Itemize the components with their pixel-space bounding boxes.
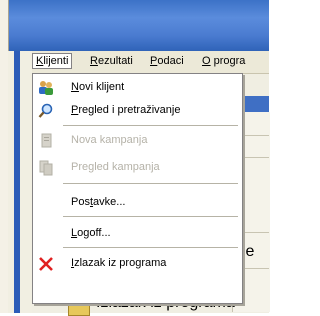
menu-item-label: Logoff... [71,227,111,239]
menu-item-nova-kampanja[interactable]: Nova kampanja [33,129,242,153]
klijenti-dropdown-menu: Novi klijent Pregled i pretraživanje Nov… [32,73,243,304]
menu-item-novi-klijent[interactable]: Novi klijent [33,76,242,100]
menu-item-pregled-pretrazivanje[interactable]: Pregled i pretraživanje [33,99,242,123]
menu-item-logoff[interactable]: Logoff... [33,222,242,246]
menu-item-label: Pregled kampanja [71,161,160,173]
menu-item-postavke[interactable]: Postavke... [33,191,242,215]
menu-item-label: Pregled i pretraživanje [71,104,180,116]
red-x-icon [38,256,54,272]
label-text: zlazak iz programa [74,257,167,269]
menu-label: progra [210,55,246,67]
accel-letter: N [71,81,79,93]
menu-separator [63,216,238,217]
parent-window-border [14,51,20,313]
menu-item-label: Novi klijent [71,81,124,93]
menu-rezultati[interactable]: Rezultati [88,54,135,68]
menu-label: ezultati [97,55,133,67]
magnifier-icon [38,103,54,119]
label-text: ovi klijent [78,81,125,93]
menu-klijenti[interactable]: Klijenti [32,53,73,69]
menu-accel: R [90,55,98,67]
menu-o-programu[interactable]: O progra [200,54,247,68]
menu-item-pregled-kampanja[interactable]: Pregled kampanja [33,156,242,180]
documents-icon [38,160,54,176]
label-text: Pos [71,196,90,208]
background-partial-text: je [242,243,255,260]
menu-accel: O [202,55,211,67]
menu-item-label: Postavke... [71,196,125,208]
menu-separator [63,247,238,248]
menu-item-label: Nova kampanja [71,134,148,146]
menu-separator [63,183,238,184]
label-text: regled i pretraživanje [78,104,181,116]
people-icon [38,80,54,96]
menu-item-label: Izlazak iz programa [71,257,166,269]
menu-label: lijenti [43,55,69,67]
parent-window-frame [8,51,33,313]
menu-podaci[interactable]: Podaci [148,54,186,68]
menu-label: odaci [157,55,184,67]
document-icon [38,133,54,149]
menu-item-izlazak[interactable]: Izlazak iz programa [33,252,242,276]
menu-bar: Klijenti Rezultati Podaci O progra [32,51,269,74]
window-titlebar [0,0,269,51]
label-text: avke... [93,196,126,208]
label-text: ogoff... [77,227,111,239]
menu-separator [63,125,238,126]
